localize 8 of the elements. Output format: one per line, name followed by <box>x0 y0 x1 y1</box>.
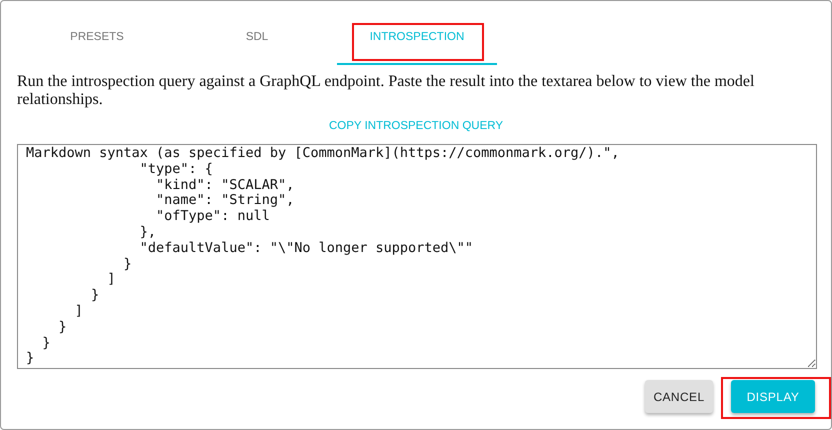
result-textarea[interactable]: Markdown syntax (as specified by [CommonMark](https://commonmark.org/).", "type": { "kind": "SCALAR", "name": "String", "ofType": null }, "defaultValue": "\"No longer supported\"" } ] } ] } } } <box>17 144 817 369</box>
tab[interactable]: INTROSPECTION <box>337 1 497 65</box>
tab[interactable]: SDL <box>177 1 337 65</box>
instructions-text: Run the introspection query against a GraphQL endpoint. Paste the result into the textarea below to view the model relationships. <box>17 73 756 109</box>
copy-query-link[interactable]: COPY INTROSPECTION QUERY <box>328 120 504 132</box>
cancel-button[interactable]: CANCEL <box>645 380 713 413</box>
tab[interactable]: PRESETS <box>17 1 177 65</box>
display-button[interactable]: DISPLAY <box>731 380 815 413</box>
